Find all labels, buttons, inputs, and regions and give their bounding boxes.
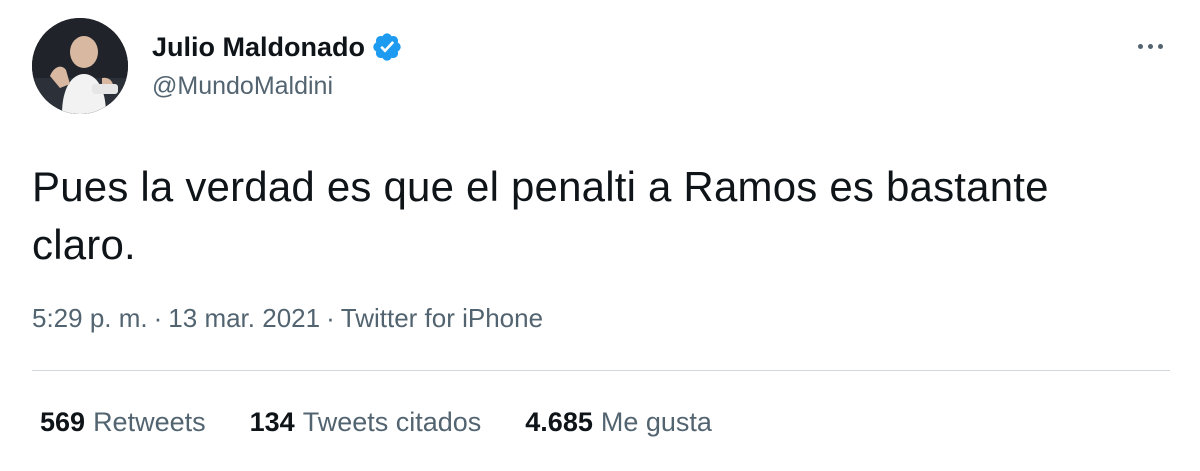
author-avatar[interactable] [32,18,128,114]
tweet-time[interactable]: 5:29 p. m. [32,303,148,333]
tweet-card: Julio Maldonado @MundoMaldini Pues la ve… [0,0,1200,471]
author-name-row: Julio Maldonado [152,30,403,64]
quotes-label: Tweets citados [302,407,482,437]
meta-separator: · [326,303,335,333]
more-options-icon[interactable] [1130,34,1170,58]
author-display-name[interactable]: Julio Maldonado [152,30,365,64]
more-dot [1147,43,1153,49]
retweets-count: 569 [40,407,86,437]
avatar-image [32,18,128,114]
likes-count: 4.685 [525,407,593,437]
quotes-count: 134 [249,407,295,437]
likes-label: Me gusta [600,407,712,437]
verified-badge-icon [371,31,403,63]
author-handle[interactable]: @MundoMaldini [152,70,333,102]
tweet-meta: 5:29 p. m. · 13 mar. 2021 · Twitter for iPho… [32,300,543,336]
quotes-stat[interactable]: 134 Tweets citados [250,404,482,440]
tweet-stats: 569 Retweets 134 Tweets citados 4.685 Me gu… [40,404,756,440]
retweets-stat[interactable]: 569 Retweets [40,404,206,440]
retweets-label: Retweets [93,407,206,437]
tweet-source[interactable]: Twitter for iPhone [341,303,543,333]
more-dot [1137,43,1143,49]
more-dot [1157,43,1163,49]
tweet-text: Pues la verdad es que el penalti a Ramos… [32,163,1049,268]
likes-stat[interactable]: 4.685 Me gusta [525,404,712,440]
divider [32,370,1170,371]
tweet-date[interactable]: 13 mar. 2021 [168,303,320,333]
meta-separator: · [153,303,163,333]
